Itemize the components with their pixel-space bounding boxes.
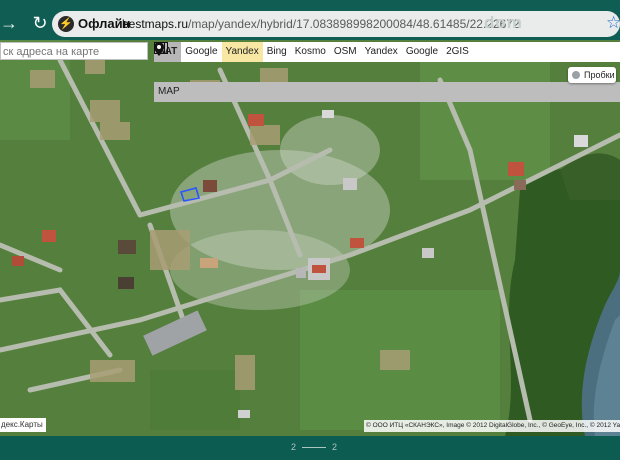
watermark-logo: dom xyxy=(484,13,523,32)
url-host: bestmaps.ru xyxy=(122,17,189,31)
pager-current: 2 xyxy=(291,442,297,452)
image-pager: 2 2 xyxy=(291,442,337,452)
pager-divider xyxy=(302,446,327,448)
layer-yandex-sat[interactable]: Yandex xyxy=(221,42,263,62)
split-view-icon[interactable] xyxy=(154,42,497,62)
yandex-maps-link[interactable]: декс.Карты xyxy=(0,418,46,432)
address-bar[interactable]: ⚡ Офлайн bestmaps.ru/map/yandex/hybrid/1… xyxy=(52,11,620,37)
offline-icon: ⚡ xyxy=(58,16,74,32)
layer-2gis-map[interactable]: 2GIS xyxy=(442,42,473,62)
layer-yandex-map[interactable]: Yandex xyxy=(360,42,402,62)
dual-view-icon[interactable] xyxy=(154,42,521,62)
map-layer-toolbar: SAT Google Yandex Bing Kosmo MAP OSM Yan… xyxy=(154,42,620,102)
traffic-label: Пробки xyxy=(584,70,615,80)
url-path: /map/yandex/hybrid/17.083898998200084/48… xyxy=(188,17,520,31)
layer-bing-sat[interactable]: Bing xyxy=(262,42,291,62)
star-icon[interactable]: ☆ xyxy=(606,14,620,32)
url-text[interactable]: bestmaps.ru/map/yandex/hybrid/17.0838989… xyxy=(122,17,520,31)
layer-map-label[interactable]: MAP xyxy=(154,82,620,102)
satellite-map[interactable]: SAT Google Yandex Bing Kosmo MAP OSM Yan… xyxy=(0,40,620,436)
traffic-button[interactable]: Пробки xyxy=(568,67,616,83)
layer-kosmo-sat[interactable]: Kosmo xyxy=(290,42,330,62)
layer-google-map[interactable]: Google xyxy=(401,42,443,62)
search-input[interactable] xyxy=(0,42,148,60)
arrow-right-icon[interactable]: → xyxy=(0,13,18,33)
map-copyright: © ООО ИТЦ «СКАНЭКС», Image © 2012 Digita… xyxy=(364,420,620,432)
gallery-footer: 2 2 xyxy=(0,436,620,460)
reload-icon[interactable]: ↻ xyxy=(30,12,50,34)
traffic-light-icon xyxy=(572,71,580,79)
toolbar-spacer xyxy=(530,42,620,62)
pager-total: 2 xyxy=(332,442,338,452)
layer-osm-map[interactable]: OSM xyxy=(329,42,361,62)
layer-google-sat[interactable]: Google xyxy=(181,42,222,62)
